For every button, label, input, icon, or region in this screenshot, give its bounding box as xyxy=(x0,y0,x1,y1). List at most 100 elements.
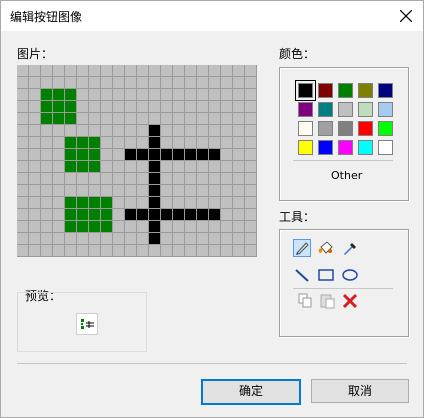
pixel-cell[interactable] xyxy=(137,185,149,197)
pencil-tool[interactable] xyxy=(293,239,311,257)
pixel-cell[interactable] xyxy=(197,149,209,161)
pixel-cell[interactable] xyxy=(185,77,197,89)
pixel-cell[interactable] xyxy=(53,233,65,245)
pixel-cell[interactable] xyxy=(221,101,233,113)
pixel-cell[interactable] xyxy=(125,77,137,89)
pixel-cell[interactable] xyxy=(173,137,185,149)
pixel-cell[interactable] xyxy=(209,245,221,257)
pixel-cell[interactable] xyxy=(221,233,233,245)
pixel-cell[interactable] xyxy=(113,89,125,101)
pixel-cell[interactable] xyxy=(113,197,125,209)
pixel-cell[interactable] xyxy=(41,101,53,113)
color-swatch[interactable] xyxy=(338,83,353,98)
pixel-cell[interactable] xyxy=(113,113,125,125)
pixel-cell[interactable] xyxy=(125,173,137,185)
pixel-cell[interactable] xyxy=(101,233,113,245)
color-swatch[interactable] xyxy=(358,140,373,155)
pixel-cell[interactable] xyxy=(233,137,245,149)
pixel-cell[interactable] xyxy=(89,125,101,137)
pixel-cell[interactable] xyxy=(221,65,233,77)
pixel-cell[interactable] xyxy=(101,137,113,149)
color-swatch[interactable] xyxy=(378,83,393,98)
pixel-cell[interactable] xyxy=(113,185,125,197)
pixel-cell[interactable] xyxy=(245,221,257,233)
pixel-cell[interactable] xyxy=(113,65,125,77)
pixel-cell[interactable] xyxy=(245,113,257,125)
pixel-cell[interactable] xyxy=(17,233,29,245)
pixel-cell[interactable] xyxy=(197,221,209,233)
pixel-cell[interactable] xyxy=(101,113,113,125)
pixel-cell[interactable] xyxy=(233,197,245,209)
pixel-cell[interactable] xyxy=(77,101,89,113)
pixel-cell[interactable] xyxy=(101,125,113,137)
pixel-cell[interactable] xyxy=(29,185,41,197)
color-swatch[interactable] xyxy=(338,140,353,155)
pixel-cell[interactable] xyxy=(197,161,209,173)
pixel-cell[interactable] xyxy=(149,209,161,221)
pixel-cell[interactable] xyxy=(233,173,245,185)
pixel-cell[interactable] xyxy=(113,233,125,245)
pixel-cell[interactable] xyxy=(65,149,77,161)
pixel-cell[interactable] xyxy=(245,209,257,221)
pixel-cell[interactable] xyxy=(41,173,53,185)
pixel-cell[interactable] xyxy=(197,125,209,137)
pixel-cell[interactable] xyxy=(77,173,89,185)
pixel-cell[interactable] xyxy=(185,173,197,185)
pixel-cell[interactable] xyxy=(29,137,41,149)
pixel-cell[interactable] xyxy=(209,233,221,245)
pixel-cell[interactable] xyxy=(185,221,197,233)
pixel-cell[interactable] xyxy=(137,197,149,209)
pixel-cell[interactable] xyxy=(209,137,221,149)
pixel-cell[interactable] xyxy=(29,77,41,89)
clear-tool[interactable] xyxy=(341,292,359,310)
pixel-cell[interactable] xyxy=(233,101,245,113)
pixel-cell[interactable] xyxy=(185,125,197,137)
pixel-cell[interactable] xyxy=(65,245,77,257)
pixel-cell[interactable] xyxy=(161,209,173,221)
pixel-cell[interactable] xyxy=(245,65,257,77)
pixel-cell[interactable] xyxy=(125,65,137,77)
pixel-cell[interactable] xyxy=(53,173,65,185)
pixel-cell[interactable] xyxy=(221,89,233,101)
pixel-cell[interactable] xyxy=(89,209,101,221)
pixel-cell[interactable] xyxy=(233,77,245,89)
pixel-cell[interactable] xyxy=(77,65,89,77)
ok-button[interactable]: 确定 xyxy=(201,379,301,405)
pixel-cell[interactable] xyxy=(65,89,77,101)
pixel-cell[interactable] xyxy=(65,125,77,137)
pixel-cell[interactable] xyxy=(53,209,65,221)
pixel-cell[interactable] xyxy=(101,209,113,221)
pixel-cell[interactable] xyxy=(197,197,209,209)
pixel-cell[interactable] xyxy=(245,149,257,161)
pixel-cell[interactable] xyxy=(89,197,101,209)
color-swatch[interactable] xyxy=(295,80,316,101)
color-swatch[interactable] xyxy=(378,102,393,117)
close-button[interactable] xyxy=(393,4,419,28)
pixel-cell[interactable] xyxy=(29,197,41,209)
pixel-cell[interactable] xyxy=(137,125,149,137)
pixel-cell[interactable] xyxy=(173,65,185,77)
pixel-cell[interactable] xyxy=(197,185,209,197)
pixel-cell[interactable] xyxy=(125,89,137,101)
pixel-cell[interactable] xyxy=(77,125,89,137)
pixel-cell[interactable] xyxy=(197,209,209,221)
pixel-cell[interactable] xyxy=(149,233,161,245)
pixel-cell[interactable] xyxy=(185,89,197,101)
pixel-cell[interactable] xyxy=(197,245,209,257)
pixel-cell[interactable] xyxy=(53,113,65,125)
pixel-cell[interactable] xyxy=(29,209,41,221)
pixel-cell[interactable] xyxy=(149,197,161,209)
pixel-cell[interactable] xyxy=(209,221,221,233)
pixel-cell[interactable] xyxy=(245,101,257,113)
pixel-cell[interactable] xyxy=(137,221,149,233)
pixel-cell[interactable] xyxy=(185,245,197,257)
pixel-cell[interactable] xyxy=(53,149,65,161)
pixel-cell[interactable] xyxy=(65,137,77,149)
pixel-cell[interactable] xyxy=(29,101,41,113)
pixel-cell[interactable] xyxy=(89,161,101,173)
pixel-cell[interactable] xyxy=(137,161,149,173)
pixel-cell[interactable] xyxy=(29,233,41,245)
pixel-cell[interactable] xyxy=(29,113,41,125)
pixel-cell[interactable] xyxy=(197,89,209,101)
pixel-cell[interactable] xyxy=(41,161,53,173)
